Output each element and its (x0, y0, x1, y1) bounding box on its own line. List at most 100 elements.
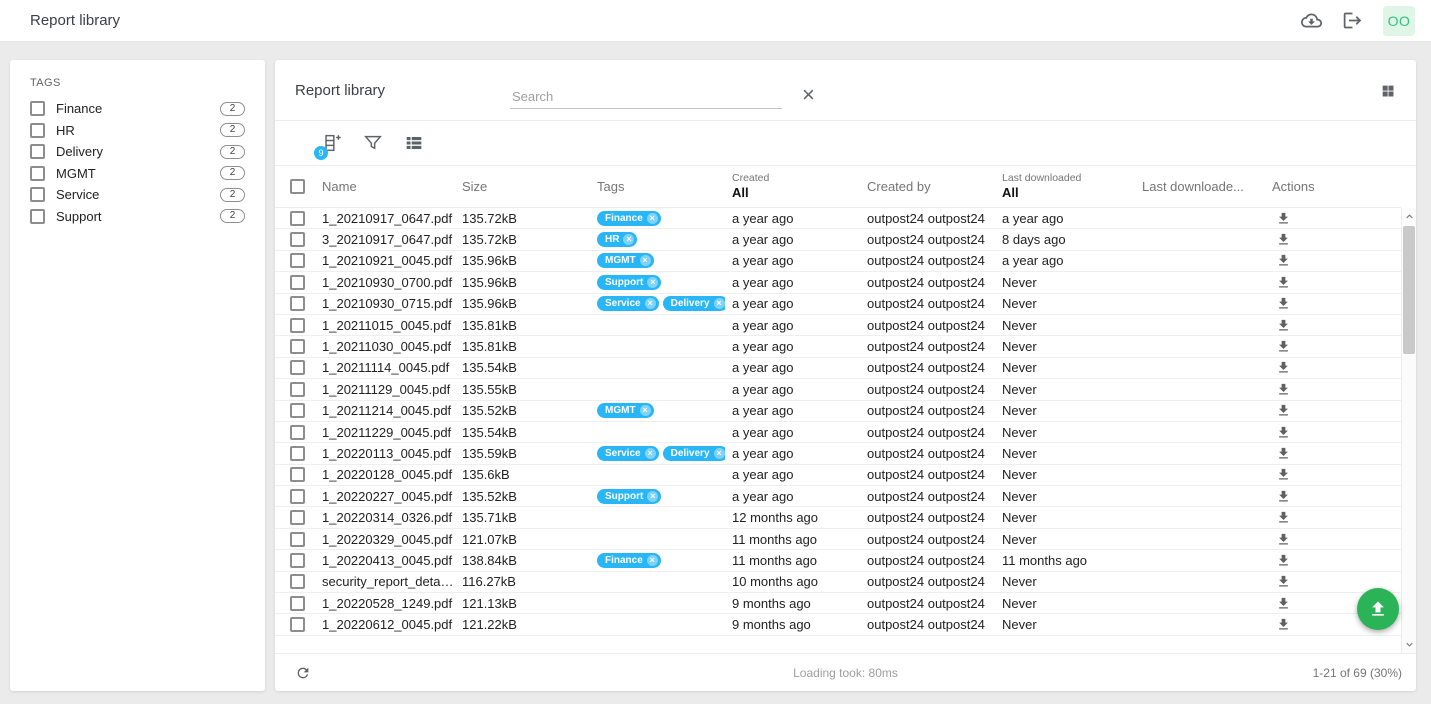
row-checkbox[interactable] (290, 360, 305, 375)
row-checkbox[interactable] (290, 617, 305, 632)
row-checkbox[interactable] (290, 489, 305, 504)
cloud-download-icon[interactable] (1301, 10, 1322, 31)
tag-remove-icon[interactable]: × (647, 555, 658, 566)
file-tag-pill[interactable]: Service× (597, 296, 659, 311)
grid-view-icon[interactable] (1380, 83, 1396, 104)
file-tag-pill[interactable]: Finance× (597, 211, 661, 226)
download-icon[interactable] (1276, 446, 1291, 461)
refresh-icon[interactable] (295, 665, 311, 681)
file-tag-pill[interactable]: Service× (597, 446, 659, 461)
clear-search-icon[interactable]: × (802, 84, 815, 109)
download-icon[interactable] (1276, 296, 1291, 311)
file-tag-pill[interactable]: Support× (597, 489, 661, 504)
sidebar-tag-item[interactable]: HR 2 (30, 120, 245, 142)
tag-remove-icon[interactable]: × (647, 491, 658, 502)
col-header-name[interactable]: Name (315, 179, 455, 194)
search-input[interactable] (510, 85, 782, 109)
download-icon[interactable] (1276, 253, 1291, 268)
download-icon[interactable] (1276, 339, 1291, 354)
col-header-last-downloaded[interactable]: Last downloaded All (995, 172, 1135, 201)
file-tag-pill[interactable]: MGMT× (597, 403, 654, 418)
tag-remove-icon[interactable]: × (714, 298, 725, 309)
tag-remove-icon[interactable]: × (714, 448, 725, 459)
download-icon[interactable] (1276, 382, 1291, 397)
col-filter-created[interactable]: All (732, 185, 860, 201)
scrollbar-thumb[interactable] (1403, 226, 1415, 354)
col-header-size[interactable]: Size (455, 179, 590, 194)
download-icon[interactable] (1276, 275, 1291, 290)
file-tag-pill[interactable]: MGMT× (597, 253, 654, 268)
download-icon[interactable] (1276, 360, 1291, 375)
sidebar-tag-item[interactable]: MGMT 2 (30, 163, 245, 185)
tag-checkbox[interactable] (30, 166, 45, 181)
columns-icon[interactable]: 9 (321, 132, 343, 154)
tag-remove-icon[interactable]: × (647, 213, 658, 224)
row-checkbox[interactable] (290, 318, 305, 333)
row-checkbox[interactable] (290, 382, 305, 397)
download-icon[interactable] (1276, 318, 1291, 333)
file-size: 135.59kB (455, 446, 590, 461)
download-icon[interactable] (1276, 574, 1291, 589)
col-filter-last-downloaded[interactable]: All (1002, 185, 1135, 201)
download-icon[interactable] (1276, 617, 1291, 632)
upload-fab[interactable] (1357, 588, 1399, 630)
tag-remove-icon[interactable]: × (645, 448, 656, 459)
row-checkbox[interactable] (290, 553, 305, 568)
file-tag-pill[interactable]: HR× (597, 232, 637, 247)
tag-checkbox[interactable] (30, 123, 45, 138)
file-tag-pill[interactable]: Delivery× (663, 296, 725, 311)
avatar[interactable]: OO (1383, 6, 1415, 36)
tag-checkbox[interactable] (30, 101, 45, 116)
download-icon[interactable] (1276, 596, 1291, 611)
download-icon[interactable] (1276, 467, 1291, 482)
tag-remove-icon[interactable]: × (640, 405, 651, 416)
row-checkbox[interactable] (290, 232, 305, 247)
file-tag-pill[interactable]: Finance× (597, 553, 661, 568)
download-icon[interactable] (1276, 211, 1291, 226)
row-checkbox[interactable] (290, 275, 305, 290)
tag-checkbox[interactable] (30, 209, 45, 224)
download-icon[interactable] (1276, 232, 1291, 247)
select-all-checkbox[interactable] (290, 179, 305, 194)
row-checkbox[interactable] (290, 596, 305, 611)
sidebar-tag-item[interactable]: Delivery 2 (30, 141, 245, 163)
row-checkbox[interactable] (290, 446, 305, 461)
row-checkbox[interactable] (290, 574, 305, 589)
row-checkbox[interactable] (290, 211, 305, 226)
sidebar-tag-item[interactable]: Service 2 (30, 184, 245, 206)
col-header-created[interactable]: Created All (725, 172, 860, 201)
col-header-tags[interactable]: Tags (590, 179, 725, 194)
tag-checkbox[interactable] (30, 187, 45, 202)
row-checkbox[interactable] (290, 467, 305, 482)
tag-remove-icon[interactable]: × (645, 298, 656, 309)
row-checkbox[interactable] (290, 296, 305, 311)
row-checkbox[interactable] (290, 510, 305, 525)
row-checkbox[interactable] (290, 425, 305, 440)
sidebar-tag-item[interactable]: Support 2 (30, 206, 245, 228)
row-checkbox[interactable] (290, 339, 305, 354)
download-icon[interactable] (1276, 403, 1291, 418)
col-header-last-downloaded-2[interactable]: Last downloade... (1135, 179, 1265, 194)
download-icon[interactable] (1276, 553, 1291, 568)
download-icon[interactable] (1276, 532, 1291, 547)
download-icon[interactable] (1276, 489, 1291, 504)
col-header-created-by[interactable]: Created by (860, 179, 995, 194)
tag-checkbox[interactable] (30, 144, 45, 159)
scroll-down-icon[interactable] (1402, 638, 1416, 651)
sidebar-tag-item[interactable]: Finance 2 (30, 98, 245, 120)
logout-icon[interactable] (1342, 10, 1363, 31)
filter-icon[interactable] (362, 132, 384, 154)
file-tag-pill[interactable]: Delivery× (663, 446, 725, 461)
tag-remove-icon[interactable]: × (623, 234, 634, 245)
download-icon[interactable] (1276, 425, 1291, 440)
file-tag-pill[interactable]: Support× (597, 275, 661, 290)
list-view-icon[interactable] (403, 132, 425, 154)
tag-remove-icon[interactable]: × (647, 277, 658, 288)
row-checkbox[interactable] (290, 532, 305, 547)
tag-remove-icon[interactable]: × (640, 255, 651, 266)
scroll-up-icon[interactable] (1402, 210, 1416, 223)
vertical-scrollbar[interactable] (1401, 208, 1416, 653)
row-checkbox[interactable] (290, 253, 305, 268)
download-icon[interactable] (1276, 510, 1291, 525)
row-checkbox[interactable] (290, 403, 305, 418)
